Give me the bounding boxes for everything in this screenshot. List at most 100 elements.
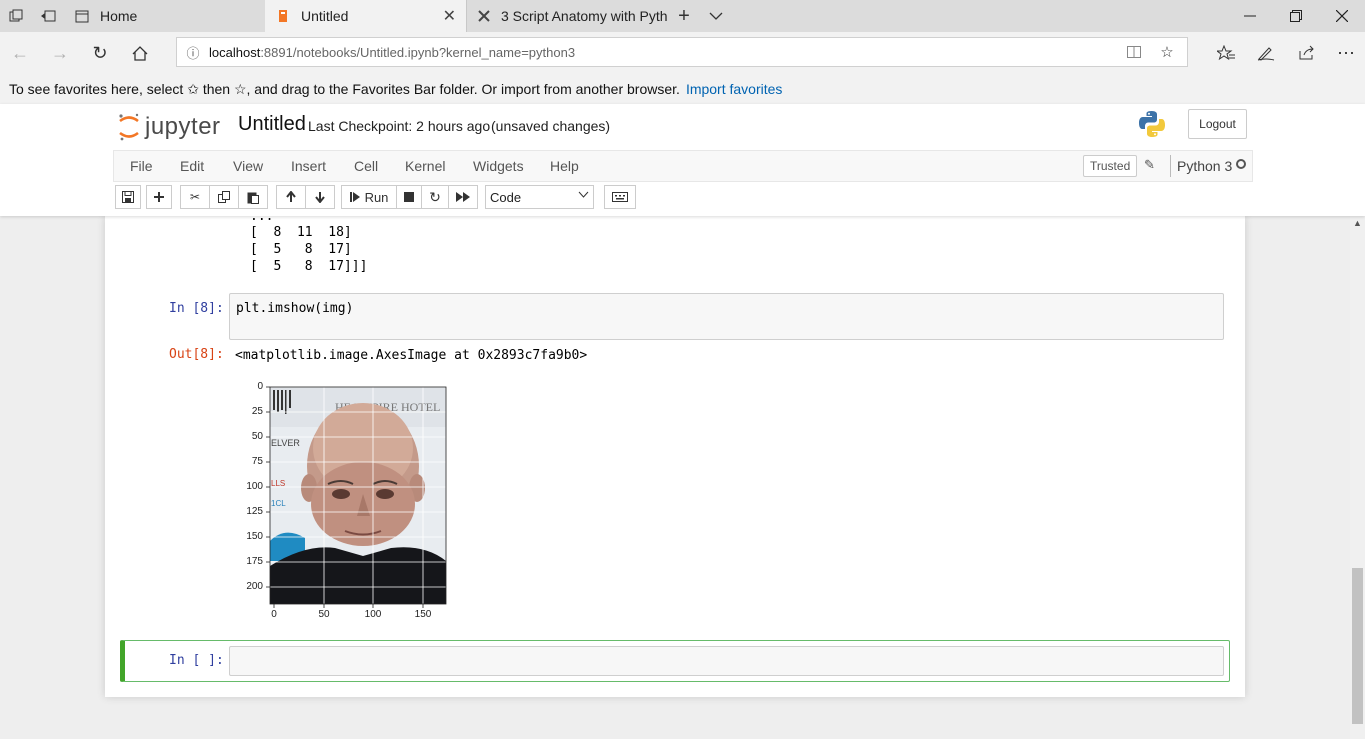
restore-icon[interactable] bbox=[1273, 0, 1319, 32]
cell-output-prompt: Out[8]: bbox=[169, 347, 224, 362]
x-tick-label: 100 bbox=[364, 609, 382, 620]
tab-untitled[interactable]: Untitled ✕ bbox=[265, 0, 466, 32]
refresh-icon[interactable]: ↻ bbox=[80, 32, 120, 74]
interrupt-button[interactable] bbox=[396, 185, 422, 209]
trusted-indicator[interactable]: Trusted bbox=[1083, 155, 1138, 177]
prev-output-line: [ 5 8 17]]] bbox=[250, 259, 368, 274]
cell-type-select[interactable]: Code bbox=[485, 185, 594, 209]
tab-label: Untitled bbox=[301, 8, 349, 24]
scissors-icon: ✂ bbox=[189, 190, 201, 204]
notebook-name[interactable]: Untitled bbox=[238, 113, 306, 136]
last-checkpoint: Last Checkpoint: 2 hours ago bbox=[308, 118, 491, 134]
x-tick-label: 150 bbox=[414, 609, 432, 620]
back-arrow-icon[interactable]: ← bbox=[0, 32, 40, 74]
code-cell-input[interactable] bbox=[229, 646, 1224, 676]
menu-cell[interactable]: Cell bbox=[354, 151, 378, 181]
copy-button[interactable] bbox=[209, 185, 239, 209]
edit-tab-icon bbox=[477, 8, 491, 24]
command-palette-button[interactable] bbox=[604, 185, 636, 209]
site-info-icon[interactable]: ⓘ bbox=[177, 43, 209, 62]
save-button[interactable] bbox=[115, 185, 141, 209]
vertical-scrollbar[interactable]: ▲ bbox=[1350, 216, 1365, 739]
y-tick-label: 175 bbox=[246, 556, 263, 567]
menu-insert[interactable]: Insert bbox=[291, 151, 326, 181]
move-up-button[interactable] bbox=[276, 185, 306, 209]
close-tab-icon[interactable]: ✕ bbox=[443, 6, 456, 26]
output-text: <matplotlib.image.AxesImage at 0x2893c7f… bbox=[235, 348, 588, 363]
minimize-icon[interactable] bbox=[1227, 0, 1273, 32]
close-window-icon[interactable] bbox=[1319, 0, 1365, 32]
kernel-idle-indicator-icon bbox=[1236, 159, 1246, 169]
tab-label: Home bbox=[100, 8, 138, 24]
svg-text:1CL: 1CL bbox=[271, 499, 286, 508]
x-tick-label: 0 bbox=[271, 609, 277, 620]
tab-list-chevron-icon[interactable] bbox=[700, 0, 732, 32]
reading-view-icon[interactable] bbox=[1119, 38, 1149, 66]
copy-icon bbox=[218, 191, 230, 203]
cell-input-prompt: In [8]: bbox=[169, 301, 224, 316]
favorites-bar: To see favorites here, select ✩ then ☆, … bbox=[0, 74, 1365, 104]
restart-icon: ↻ bbox=[429, 188, 441, 205]
tab-script-anatomy[interactable]: 3 Script Anatomy with Pytho bbox=[467, 0, 667, 32]
run-label: Run bbox=[364, 189, 389, 205]
menu-file[interactable]: File bbox=[130, 151, 153, 181]
url-path: :8891/notebooks/Untitled.ipynb?kernel_na… bbox=[260, 44, 576, 60]
favorite-star-icon[interactable]: ☆ bbox=[1152, 38, 1182, 66]
y-tick-label: 75 bbox=[251, 456, 263, 467]
save-icon bbox=[122, 191, 134, 203]
paste-button[interactable] bbox=[238, 185, 268, 209]
logout-button[interactable]: Logout bbox=[1188, 109, 1247, 139]
scroll-up-arrow-icon[interactable]: ▲ bbox=[1350, 218, 1365, 232]
url-field[interactable]: ⓘ localhost:8891/notebooks/Untitled.ipyn… bbox=[176, 37, 1188, 67]
notebook-scroll-area[interactable]: ... [ 8 11 18] [ 5 8 17] [ 5 8 17]]] In … bbox=[0, 216, 1350, 739]
move-down-button[interactable] bbox=[305, 185, 335, 209]
share-icon[interactable] bbox=[1286, 32, 1326, 74]
restart-run-all-button[interactable] bbox=[448, 185, 478, 209]
pen-notes-icon[interactable] bbox=[1246, 32, 1286, 74]
restart-button[interactable]: ↻ bbox=[421, 185, 449, 209]
new-tab-icon[interactable]: + bbox=[668, 0, 700, 32]
python-logo-icon bbox=[1139, 111, 1165, 137]
favorites-icon[interactable] bbox=[1206, 32, 1246, 74]
tab-actions-icon[interactable] bbox=[0, 0, 32, 32]
home-icon[interactable] bbox=[120, 32, 160, 74]
y-tick-label: 0 bbox=[257, 381, 263, 392]
menu-view[interactable]: View bbox=[233, 151, 263, 181]
tab-home[interactable]: Home bbox=[64, 0, 265, 32]
kernel-divider bbox=[1170, 155, 1171, 177]
favorites-hint: To see favorites here, select ✩ then ☆, … bbox=[9, 80, 680, 97]
y-tick-label: 150 bbox=[246, 531, 263, 542]
menu-kernel[interactable]: Kernel bbox=[405, 151, 445, 181]
edit-mode-pencil-icon: ✎ bbox=[1144, 157, 1155, 172]
scrollbar-thumb[interactable] bbox=[1352, 568, 1363, 724]
y-tick-label: 25 bbox=[251, 406, 263, 417]
forward-arrow-icon[interactable]: → bbox=[40, 32, 80, 74]
menu-help[interactable]: Help bbox=[550, 151, 579, 181]
arrow-up-icon bbox=[286, 191, 296, 202]
imshow-plot: HE EMPIRE HOTEL ELVER LLS 1CL 0 25 50 75… bbox=[225, 376, 465, 626]
arrow-down-icon bbox=[315, 192, 325, 203]
tabs-aside-icon[interactable] bbox=[32, 0, 64, 32]
import-favorites-link[interactable]: Import favorites bbox=[686, 81, 782, 97]
insert-cell-button[interactable] bbox=[146, 185, 172, 209]
cut-button[interactable]: ✂ bbox=[180, 185, 210, 209]
keyboard-icon bbox=[612, 192, 628, 202]
jupyter-logo-icon bbox=[119, 113, 139, 141]
cell-type-value: Code bbox=[490, 189, 522, 205]
menu-edit[interactable]: Edit bbox=[180, 151, 204, 181]
run-button[interactable]: Run bbox=[341, 185, 397, 209]
prev-output-line: [ 5 8 17] bbox=[250, 242, 352, 257]
y-tick-label: 50 bbox=[251, 431, 263, 442]
unsaved-indicator: (unsaved changes) bbox=[491, 118, 611, 134]
chevron-down-icon bbox=[578, 189, 589, 201]
prev-output-line: [ 8 11 18] bbox=[250, 225, 352, 240]
more-menu-icon[interactable]: ⋯ bbox=[1326, 32, 1365, 74]
address-bar-row: ← → ↻ ⓘ localhost:8891/notebooks/Untitle… bbox=[0, 32, 1365, 74]
cell-input-prompt: In [ ]: bbox=[169, 653, 224, 668]
jupyter-wordmark: jupyter bbox=[145, 113, 221, 140]
jupyter-header: jupyter Untitled Last Checkpoint: 2 hour… bbox=[0, 104, 1365, 216]
kernel-name[interactable]: Python 3 bbox=[1177, 158, 1232, 174]
code-cell-input[interactable]: plt.imshow(img) bbox=[229, 293, 1224, 340]
menu-widgets[interactable]: Widgets bbox=[473, 151, 524, 181]
jupyter-logo[interactable]: jupyter bbox=[117, 111, 221, 143]
